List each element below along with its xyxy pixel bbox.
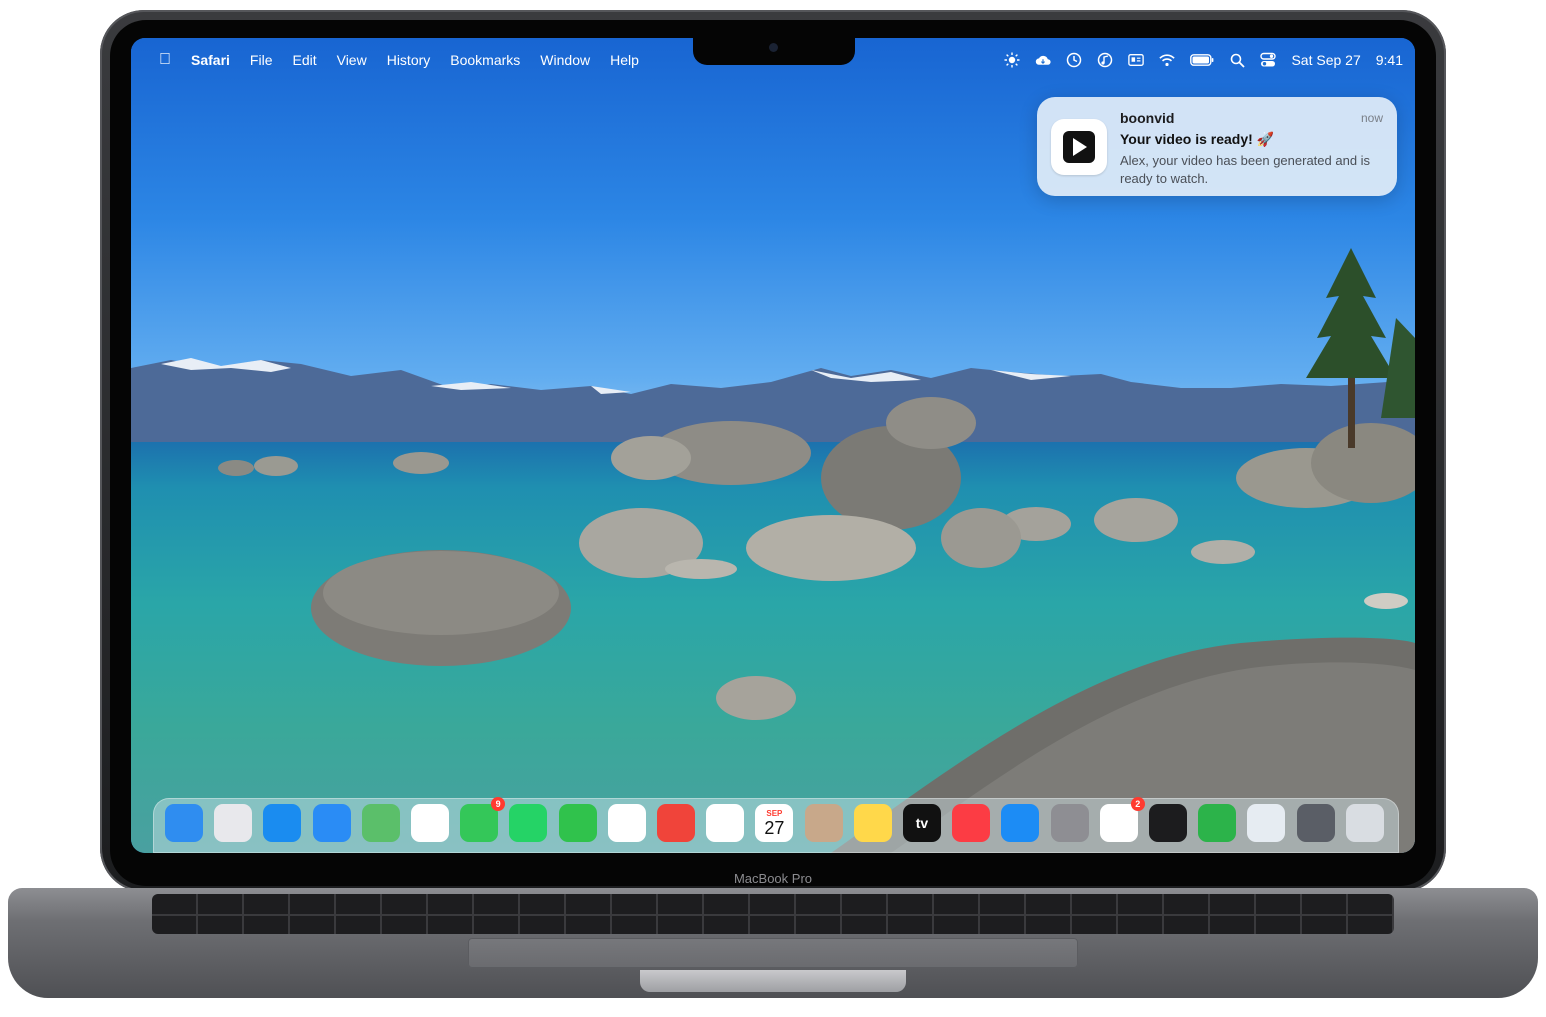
brightness-icon[interactable]	[1004, 52, 1020, 68]
dock-badge: 2	[1130, 797, 1145, 811]
wifi-icon[interactable]	[1159, 52, 1176, 68]
dock-launchpad-icon[interactable]	[214, 804, 253, 842]
dock-reminders-icon[interactable]: 2	[1099, 797, 1145, 842]
dock-finder-icon[interactable]	[165, 804, 203, 842]
dock-safari-icon[interactable]	[263, 804, 302, 842]
clock-icon[interactable]	[1066, 52, 1082, 68]
notification-body: Alex, your video has been generated and …	[1120, 153, 1371, 186]
camera-notch	[693, 38, 855, 65]
laptop-front-lip	[640, 970, 906, 992]
dock-apple-tv-icon[interactable]: tv	[903, 804, 941, 842]
boonvid-app-icon	[1051, 119, 1107, 175]
dock-whatsapp-icon[interactable]	[509, 804, 548, 842]
notification-app-name: boonvid	[1120, 110, 1175, 126]
menubar-date[interactable]: Sat Sep 27	[1291, 52, 1360, 68]
dock-numbers-icon[interactable]	[1198, 804, 1237, 842]
status-bar: Sat Sep 27 9:41	[1004, 38, 1403, 82]
dock-system-settings-icon[interactable]	[1050, 804, 1089, 842]
id-card-icon[interactable]	[1128, 52, 1145, 68]
dock-mango-icon[interactable]	[657, 804, 695, 842]
cloud-sync-icon[interactable]	[1035, 52, 1052, 68]
keyboard-row-divider	[152, 914, 1394, 916]
control-center-icon[interactable]	[1260, 52, 1277, 68]
dock-messages-icon[interactable]: 9	[460, 797, 506, 842]
dock-contacts-icon[interactable]	[804, 804, 843, 842]
menu-app-name[interactable]: Safari	[191, 52, 230, 68]
notification-banner[interactable]: boonvid now Your video is ready! 🚀 Alex,…	[1037, 97, 1397, 196]
trackpad	[468, 938, 1078, 968]
apple-tv-label: tv	[915, 815, 929, 831]
menubar-time[interactable]: 9:41	[1376, 52, 1403, 68]
menu-help[interactable]: Help	[610, 52, 639, 68]
menu-window[interactable]: Window	[540, 52, 590, 68]
dock-quicktime-icon[interactable]	[1247, 804, 1286, 842]
dock-photos-icon[interactable]	[411, 804, 449, 842]
screen:  Safari File Edit View History Bookmark…	[131, 38, 1415, 853]
dock-screen-recorder-icon[interactable]	[1296, 804, 1335, 842]
notification-title: Your video is ready! 🚀	[1120, 131, 1275, 147]
calendar-month-label: SEP	[766, 808, 783, 818]
music-icon[interactable]	[1097, 52, 1113, 68]
dock-app-store-icon[interactable]	[1001, 804, 1040, 842]
dock-mail-icon[interactable]	[312, 804, 351, 842]
menu-file[interactable]: File	[250, 52, 273, 68]
notification-time: now	[1360, 111, 1383, 125]
dock-chatgpt-icon[interactable]	[706, 804, 745, 842]
menu-history[interactable]: History	[387, 52, 431, 68]
dock-stocks-icon[interactable]	[1149, 804, 1187, 842]
camera-icon	[769, 43, 778, 52]
apple-menu-icon[interactable]: 	[159, 51, 171, 69]
device-label: MacBook Pro	[733, 871, 813, 886]
search-icon[interactable]	[1229, 52, 1245, 68]
menu-bookmarks[interactable]: Bookmarks	[450, 52, 520, 68]
dock-calendar-icon[interactable]: SEP 27	[755, 804, 794, 842]
battery-icon[interactable]	[1190, 52, 1214, 68]
menu-edit[interactable]: Edit	[292, 52, 316, 68]
calendar-day-label: 27	[764, 817, 785, 838]
dock-trash-icon[interactable]	[1345, 804, 1384, 842]
desktop-scene:  Safari File Edit View History Bookmark…	[0, 0, 1546, 1017]
dock-notes-icon[interactable]	[853, 804, 892, 842]
menu-view[interactable]: View	[337, 52, 367, 68]
dock-chrome-icon[interactable]	[607, 804, 646, 842]
dock-maps-icon[interactable]	[361, 804, 400, 842]
dock-music-icon[interactable]	[952, 804, 991, 842]
dock-phone-icon[interactable]	[558, 804, 597, 842]
